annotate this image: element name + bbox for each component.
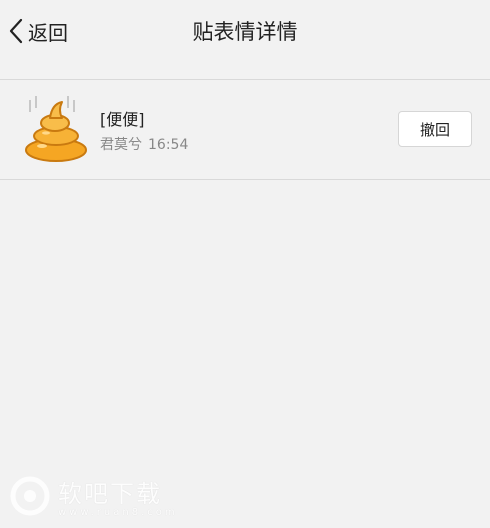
sticker-meta: 君莫兮 16:54	[100, 134, 188, 154]
recall-button[interactable]: 撤回	[398, 111, 472, 147]
watermark-logo-icon	[10, 476, 50, 516]
page-title: 贴表情详情	[192, 20, 298, 44]
sticker-detail-row: [便便] 君莫兮 16:54 撤回	[0, 80, 490, 180]
sender-name: 君莫兮	[100, 137, 142, 153]
watermark-text: 软吧下载	[58, 480, 162, 508]
poop-emoji-icon	[25, 96, 87, 162]
navigation-bar: 返回 贴表情详情	[0, 0, 490, 80]
site-watermark: 软吧下载 www.ruan8.com	[10, 474, 178, 518]
timestamp: 16:54	[148, 137, 189, 153]
sticker-name: [便便]	[100, 110, 145, 129]
watermark-url: www.ruan8.com	[58, 507, 178, 518]
